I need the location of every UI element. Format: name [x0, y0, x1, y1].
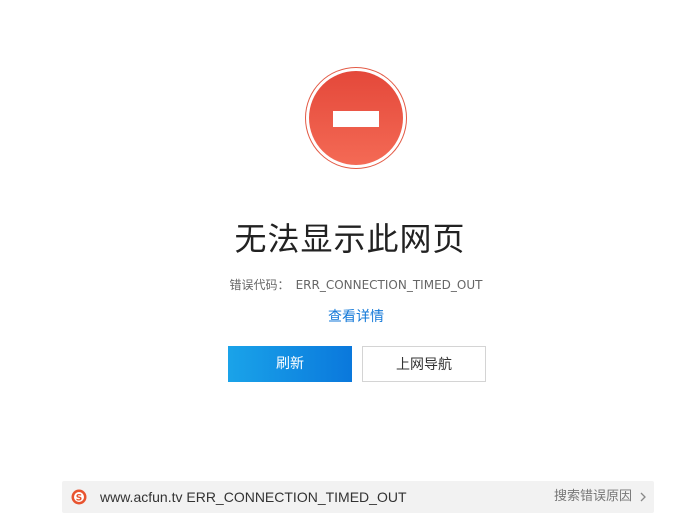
search-error-bar[interactable]: S www.acfun.tv ERR_CONNECTION_TIMED_OUT … — [62, 481, 654, 513]
svg-text:S: S — [76, 494, 82, 504]
stop-sign-circle — [309, 71, 403, 165]
search-error-reason-link[interactable]: 搜索错误原因 — [554, 481, 632, 513]
search-query-text: www.acfun.tv ERR_CONNECTION_TIMED_OUT — [100, 489, 407, 505]
details-link[interactable]: 查看详情 — [0, 306, 700, 326]
sogou-logo-icon: S — [71, 489, 87, 505]
error-code-value: ERR_CONNECTION_TIMED_OUT — [295, 278, 483, 292]
refresh-button[interactable]: 刷新 — [228, 346, 352, 382]
stop-sign-bar — [333, 111, 379, 127]
stop-sign-icon — [306, 68, 406, 168]
error-page: 无法显示此网页 错误代码： ERR_CONNECTION_TIMED_OUT 查看… — [0, 0, 700, 524]
error-code-label: 错误代码： — [229, 278, 290, 292]
page-title: 无法显示此网页 — [234, 220, 466, 258]
error-code-line: 错误代码： ERR_CONNECTION_TIMED_OUT — [0, 276, 700, 293]
web-navigation-button[interactable]: 上网导航 — [362, 346, 486, 382]
chevron-right-icon — [640, 492, 646, 502]
